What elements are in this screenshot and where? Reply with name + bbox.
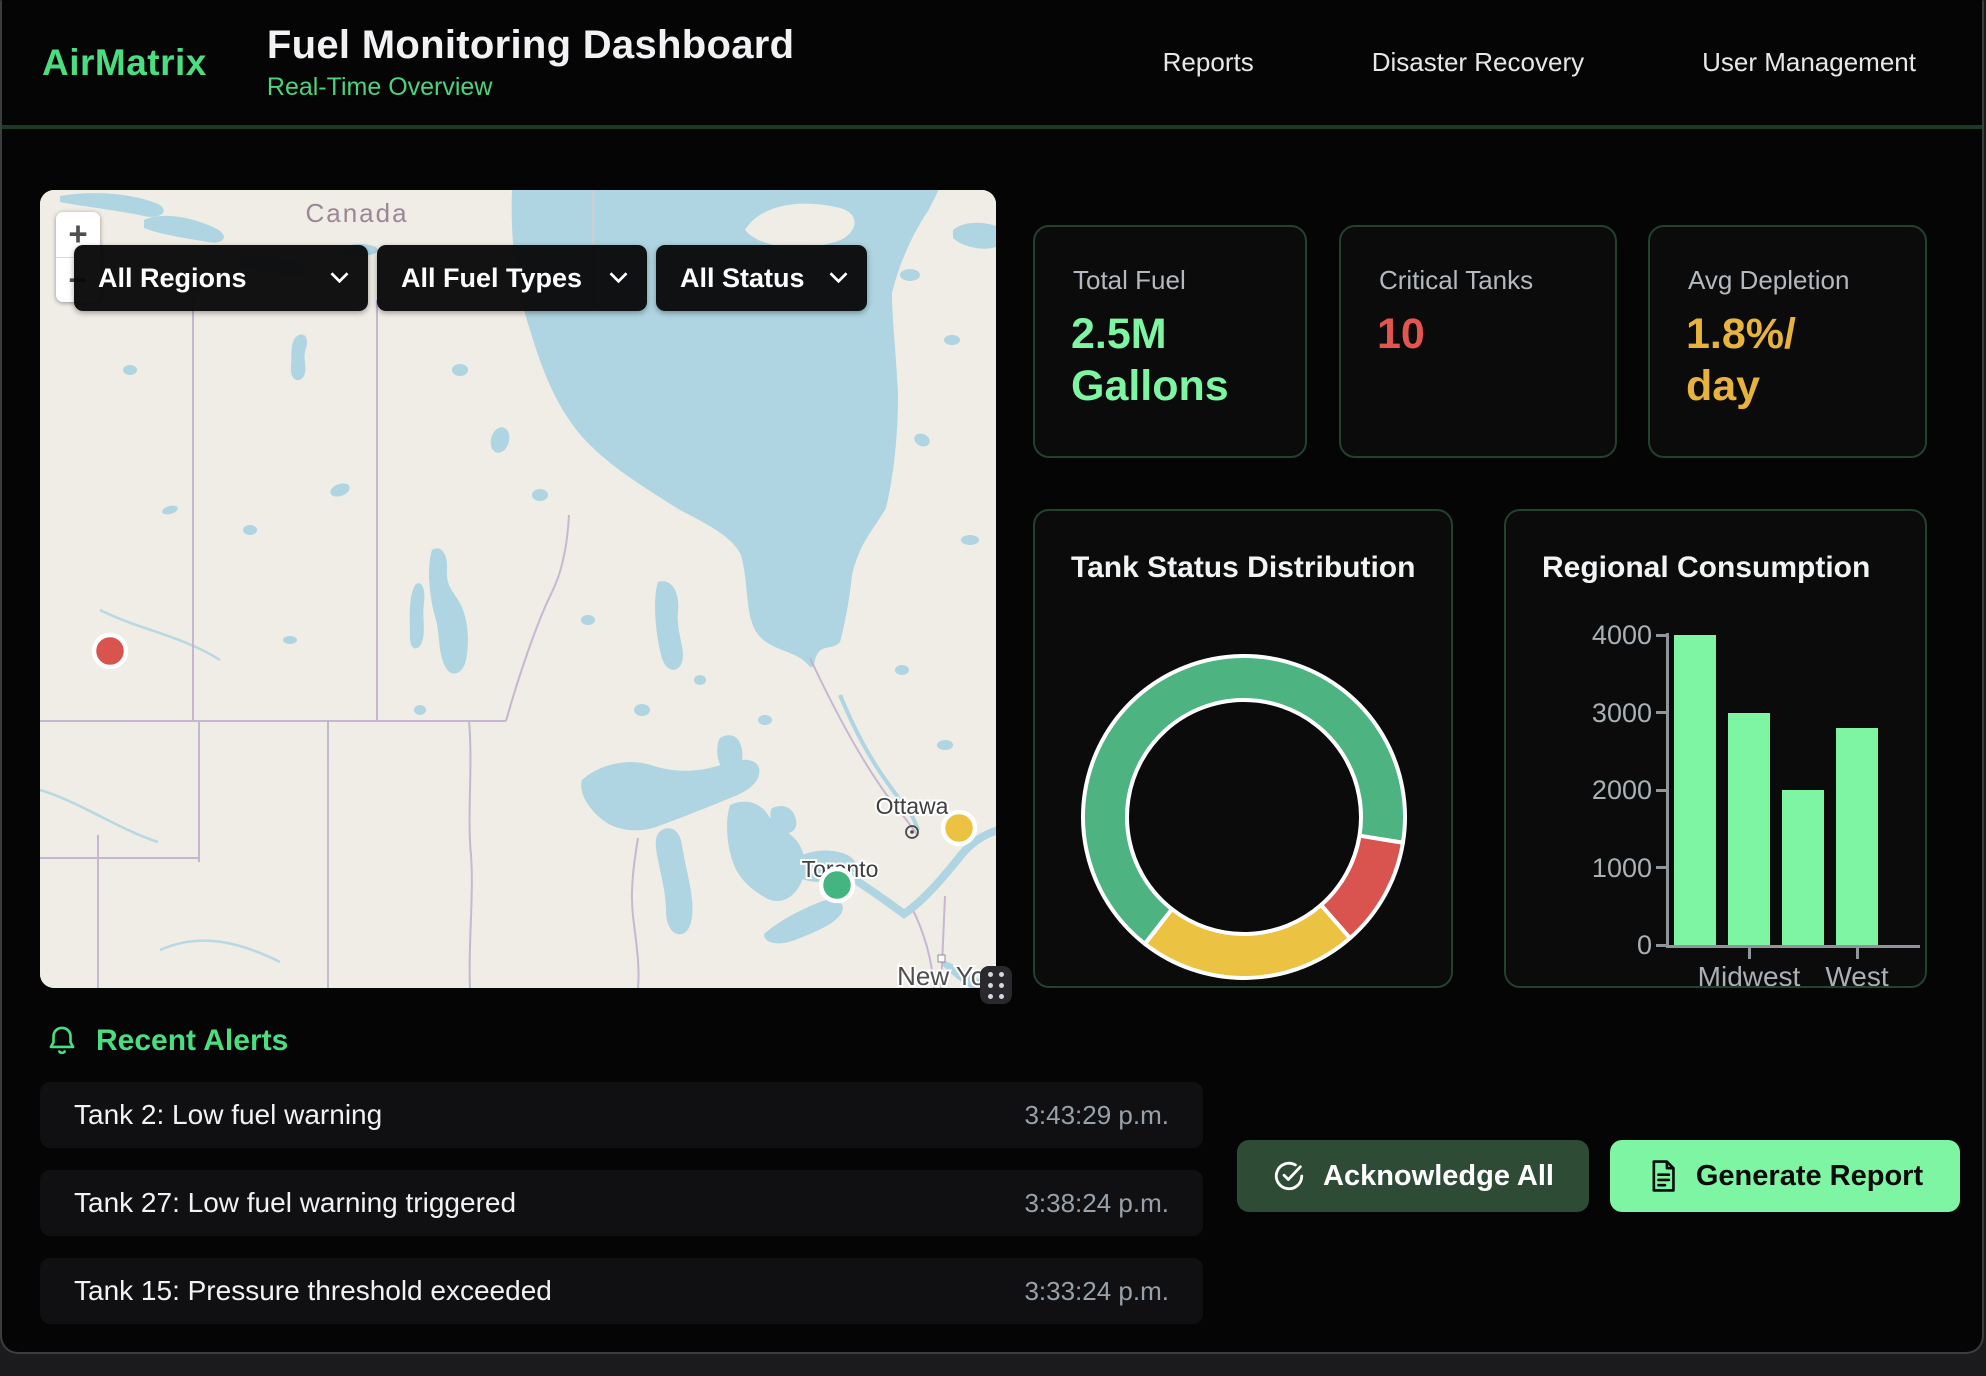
y-tick-mark xyxy=(1656,944,1668,947)
y-tick-mark xyxy=(1656,634,1668,637)
regional-consumption-chart-card: Regional Consumption 01000200030004000Mi… xyxy=(1504,509,1927,988)
donut-segment-warning xyxy=(1145,905,1350,978)
page-title: Fuel Monitoring Dashboard xyxy=(267,23,794,68)
total-fuel-card: Total Fuel 2.5M Gallons xyxy=(1033,225,1307,458)
y-tick-label: 2000 xyxy=(1560,774,1652,806)
x-tick-mark xyxy=(1856,948,1859,959)
status-filter-select[interactable]: All Status xyxy=(656,245,867,311)
dashboard-root: AirMatrix Fuel Monitoring Dashboard Real… xyxy=(0,0,1984,1354)
alert-message: Tank 27: Low fuel warning triggered xyxy=(74,1187,516,1219)
x-tick-label: Midwest xyxy=(1698,961,1801,988)
header: AirMatrix Fuel Monitoring Dashboard Real… xyxy=(2,0,1982,125)
chevron-down-icon xyxy=(829,265,847,283)
bar-region-3 xyxy=(1782,790,1824,945)
tank-status-donut-chart xyxy=(1035,511,1453,988)
x-axis xyxy=(1666,945,1920,948)
alert-time: 3:43:29 p.m. xyxy=(1024,1100,1169,1131)
page-subtitle: Real-Time Overview xyxy=(267,73,794,102)
document-icon xyxy=(1647,1159,1679,1193)
alert-time: 3:33:24 p.m. xyxy=(1024,1276,1169,1307)
y-tick-label: 1000 xyxy=(1560,852,1652,884)
main-nav: Reports Disaster Recovery User Managemen… xyxy=(1163,47,1982,78)
map-marker-normal[interactable] xyxy=(821,869,853,901)
stat-label: Total Fuel xyxy=(1073,265,1305,296)
x-tick-mark xyxy=(1748,948,1751,959)
avg-depletion-card: Avg Depletion 1.8%/day xyxy=(1648,225,1927,458)
alert-message: Tank 2: Low fuel warning xyxy=(74,1099,382,1131)
stat-value: 10 xyxy=(1377,308,1615,360)
generate-report-button[interactable]: Generate Report xyxy=(1610,1140,1960,1212)
generate-report-label: Generate Report xyxy=(1696,1160,1923,1193)
stat-label: Critical Tanks xyxy=(1379,265,1615,296)
nav-user-management[interactable]: User Management xyxy=(1702,47,1916,78)
map-marker-warning[interactable] xyxy=(943,812,975,844)
bar-region-1 xyxy=(1674,635,1716,945)
x-tick-label: West xyxy=(1825,961,1888,988)
status-filter-value: All Status xyxy=(680,263,805,294)
map-label-canada: Canada xyxy=(305,198,408,228)
check-circle-icon xyxy=(1272,1159,1306,1193)
critical-tanks-card: Critical Tanks 10 xyxy=(1339,225,1617,458)
chevron-down-icon xyxy=(609,265,627,283)
chevron-down-icon xyxy=(330,265,348,283)
alert-time: 3:38:24 p.m. xyxy=(1024,1188,1169,1219)
header-divider xyxy=(2,125,1982,129)
alerts-title: Recent Alerts xyxy=(96,1024,288,1058)
map-label-ottawa: Ottawa xyxy=(876,793,949,819)
y-tick-label: 0 xyxy=(1560,929,1652,961)
y-tick-mark xyxy=(1656,711,1668,714)
alert-row[interactable]: Tank 15: Pressure threshold exceeded 3:3… xyxy=(40,1258,1203,1324)
map-filter-bar: All Regions All Fuel Types All Status xyxy=(74,245,867,311)
y-tick-mark xyxy=(1656,866,1668,869)
fuel-type-filter-select[interactable]: All Fuel Types xyxy=(377,245,647,311)
y-tick-label: 4000 xyxy=(1560,619,1652,651)
map-marker-critical[interactable] xyxy=(94,635,126,667)
resize-grip-icon[interactable] xyxy=(980,966,1012,1004)
bell-icon xyxy=(46,1024,78,1058)
nav-reports[interactable]: Reports xyxy=(1163,47,1254,78)
brand-logo: AirMatrix xyxy=(42,42,207,84)
acknowledge-all-button[interactable]: Acknowledge All xyxy=(1237,1140,1589,1212)
alert-row[interactable]: Tank 2: Low fuel warning 3:43:29 p.m. xyxy=(40,1082,1203,1148)
fuel-map[interactable]: Canada Ottawa Toronto New York + − All R… xyxy=(40,190,996,988)
regional-consumption-bar-chart: 0 1000 2000 3000 4000 Midwest West xyxy=(1506,511,1925,986)
alert-row[interactable]: Tank 27: Low fuel warning triggered 3:38… xyxy=(40,1170,1203,1236)
tank-status-chart-card: Tank Status Distribution xyxy=(1033,509,1453,988)
stat-label: Avg Depletion xyxy=(1688,265,1925,296)
fuel-type-filter-value: All Fuel Types xyxy=(401,263,582,294)
acknowledge-all-label: Acknowledge All xyxy=(1323,1160,1554,1193)
stat-value: 1.8%/day xyxy=(1686,308,1812,413)
nav-disaster-recovery[interactable]: Disaster Recovery xyxy=(1372,47,1584,78)
y-tick-mark xyxy=(1656,789,1668,792)
recent-alerts-header: Recent Alerts xyxy=(46,1024,288,1058)
y-tick-label: 3000 xyxy=(1560,697,1652,729)
bar-West xyxy=(1836,728,1878,945)
bar-Midwest xyxy=(1728,713,1770,946)
stat-value: 2.5M Gallons xyxy=(1071,308,1271,413)
title-block: Fuel Monitoring Dashboard Real-Time Over… xyxy=(267,23,794,102)
alert-message: Tank 15: Pressure threshold exceeded xyxy=(74,1275,552,1307)
region-filter-select[interactable]: All Regions xyxy=(74,245,368,311)
region-filter-value: All Regions xyxy=(98,263,247,294)
